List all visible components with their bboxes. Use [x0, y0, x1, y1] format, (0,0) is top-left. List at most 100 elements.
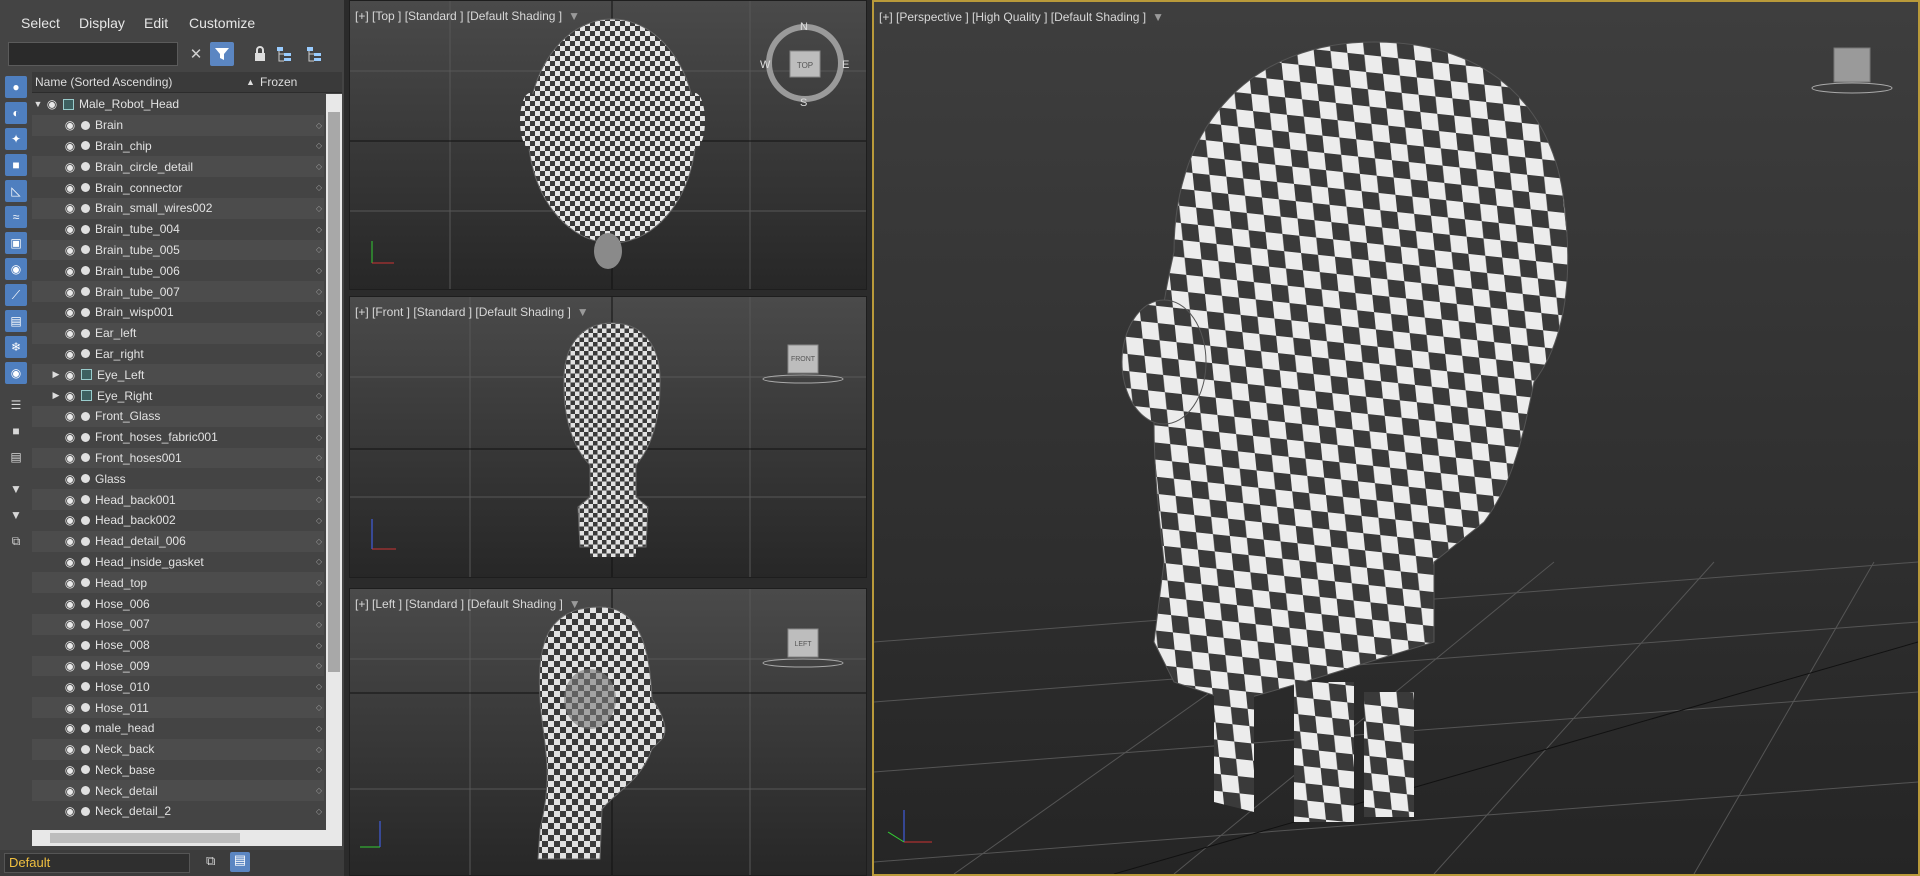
name-column-header[interactable]: Name (Sorted Ascending) — [35, 75, 172, 89]
tree-row[interactable]: ◉ Front_hoses_fabric001 ◇ — [32, 427, 324, 448]
horizontal-scrollbar[interactable] — [32, 830, 342, 846]
eye-icon[interactable]: ◉ — [62, 576, 78, 590]
helpers-filter-icon[interactable]: ◺ — [5, 180, 27, 202]
tree-row[interactable]: ◉ Brain_tube_005 ◇ — [32, 239, 324, 261]
eye-icon[interactable]: ◉ — [62, 534, 78, 548]
eye-icon[interactable]: ◉ — [62, 451, 78, 465]
tree-row[interactable]: ◉ Brain_connector ◇ — [32, 177, 324, 198]
frozen-column-header[interactable]: Frozen — [260, 75, 297, 89]
tree-row[interactable]: ◉ Glass ◇ — [32, 468, 324, 489]
frozen-toggle-icon[interactable]: ◇ — [316, 121, 322, 130]
tree-row[interactable]: ◉ Brain_tube_006 ◇ — [32, 260, 324, 281]
eye-icon[interactable]: ◉ — [44, 97, 60, 111]
frozen-toggle-icon[interactable]: ◇ — [316, 661, 322, 670]
close-icon[interactable]: ✕ — [184, 42, 208, 66]
frozen-toggle-icon[interactable]: ◇ — [316, 329, 322, 338]
tree-row[interactable]: ◉ Hose_008 ◇ — [32, 635, 324, 656]
list-icon[interactable]: ☰ — [5, 394, 27, 416]
eye-icon[interactable]: ◉ — [62, 160, 78, 174]
viewport-label[interactable]: [+] [Perspective ] [High Quality ] [Defa… — [879, 10, 1164, 24]
tree-row[interactable]: ◉ Head_back001 ◇ — [32, 489, 324, 510]
tree-row[interactable]: ◉ Head_inside_gasket ◇ — [32, 552, 324, 573]
tree-row[interactable]: ◉ Neck_base ◇ — [32, 760, 324, 781]
frozen-toggle-icon[interactable]: ◇ — [316, 495, 322, 504]
tree-row[interactable]: ◉ Brain ◇ — [32, 114, 324, 136]
frozen-toggle-icon[interactable]: ◇ — [316, 745, 322, 754]
eye-icon[interactable]: ◉ — [62, 617, 78, 631]
viewport-front[interactable]: FRONT [+] [Front ] [Standard ] [Default … — [349, 296, 867, 578]
frozen-toggle-icon[interactable]: ◇ — [316, 641, 322, 650]
filter-icon[interactable]: ▼ — [577, 305, 589, 319]
viewport-left[interactable]: LEFT [+] [Left ] [Standard ] [Default Sh… — [349, 588, 867, 876]
eye-icon[interactable]: ◉ — [62, 638, 78, 652]
eye-icon[interactable]: ◉ — [62, 472, 78, 486]
shapes-filter-icon[interactable]: ◐ — [5, 102, 27, 124]
menu-select[interactable]: Select — [21, 15, 60, 31]
frozen-toggle-icon[interactable]: ◇ — [316, 474, 322, 483]
viewport-top[interactable]: TOP [+] [Top ] [Standard ] [Default Shad… — [349, 0, 867, 290]
eye-icon[interactable]: ◉ — [62, 139, 78, 153]
viewport-perspective[interactable]: [+] [Perspective ] [High Quality ] [Defa… — [872, 0, 1920, 876]
frozen-toggle-icon[interactable]: ◇ — [316, 225, 322, 234]
filter-icon[interactable] — [210, 42, 234, 66]
spacewarps-filter-icon[interactable]: ≈ — [5, 206, 27, 228]
tree-row[interactable]: ◉ Front_hoses001 ◇ — [32, 447, 324, 469]
tree-row[interactable]: ◉ Hose_007 ◇ — [32, 613, 324, 635]
expand-icon[interactable]: ▶ — [50, 390, 62, 401]
eye-icon[interactable]: ◉ — [62, 243, 78, 257]
frozen-toggle-icon[interactable]: ◇ — [316, 308, 322, 317]
expand-icon[interactable]: ▶ — [50, 369, 62, 380]
geometry-filter-icon[interactable]: ● — [5, 76, 27, 98]
frozen-toggle-icon[interactable]: ◇ — [316, 786, 322, 795]
eye-icon[interactable]: ◉ — [62, 701, 78, 715]
eye-icon[interactable]: ◉ — [62, 804, 78, 818]
layers-icon[interactable]: ⧉ — [206, 853, 215, 869]
eye-icon[interactable]: ◉ — [62, 555, 78, 569]
tree-row[interactable]: ◉ Head_top ◇ — [32, 572, 324, 594]
layers-icon[interactable]: ⧉ — [5, 530, 27, 552]
scrollbar-thumb[interactable] — [50, 833, 240, 843]
eye-icon[interactable]: ◉ — [62, 513, 78, 527]
tree-row[interactable]: ◉ Brain_small_wires002 ◇ — [32, 197, 324, 219]
frozen-toggle-icon[interactable]: ◇ — [316, 703, 322, 712]
filter-icon[interactable]: ▼ — [568, 9, 580, 23]
tree-row[interactable]: ◉ Neck_detail ◇ — [32, 780, 324, 802]
xrefs-filter-icon[interactable]: ◉ — [5, 258, 27, 280]
eye-filter-icon[interactable]: ◉ — [5, 362, 27, 384]
particles-filter-icon[interactable]: ❄ — [5, 336, 27, 358]
frozen-toggle-icon[interactable]: ◇ — [316, 245, 322, 254]
tree-row[interactable]: ◉ Head_back002 ◇ — [32, 510, 324, 531]
menu-edit[interactable]: Edit — [144, 15, 168, 31]
tree-row[interactable]: ◉ Hose_010 ◇ — [32, 676, 324, 697]
groups-filter-icon[interactable]: ▣ — [5, 232, 27, 254]
frozen-toggle-icon[interactable]: ◇ — [316, 682, 322, 691]
viewport-label[interactable]: [+] [Front ] [Standard ] [Default Shadin… — [355, 305, 589, 319]
eye-icon[interactable]: ◉ — [62, 389, 78, 403]
filter-icon[interactable]: ▼ — [569, 597, 581, 611]
frozen-toggle-icon[interactable]: ◇ — [316, 599, 322, 608]
lights-filter-icon[interactable]: ✦ — [5, 128, 27, 150]
viewport-label[interactable]: [+] [Left ] [Standard ] [Default Shading… — [355, 597, 581, 611]
lock-icon[interactable] — [248, 42, 272, 66]
frozen-toggle-icon[interactable]: ◇ — [316, 537, 322, 546]
eye-icon[interactable]: ◉ — [62, 305, 78, 319]
tree-row[interactable]: ◉ Brain_circle_detail ◇ — [32, 156, 324, 178]
bones-filter-icon[interactable]: ⟋ — [5, 284, 27, 306]
filter-icon[interactable]: ▼ — [1152, 10, 1164, 24]
hierarchy-icon[interactable] — [272, 42, 296, 66]
eye-icon[interactable]: ◉ — [62, 201, 78, 215]
collapse-icon[interactable]: ▼ — [32, 99, 44, 109]
frozen-toggle-icon[interactable]: ◇ — [316, 516, 322, 525]
eye-icon[interactable]: ◉ — [62, 742, 78, 756]
vertical-scrollbar[interactable] — [326, 94, 342, 830]
tree-row[interactable]: ◉ Brain_tube_007 ◇ — [32, 281, 324, 302]
tree-row[interactable]: ◉ Ear_right ◇ — [32, 344, 324, 365]
eye-icon[interactable]: ◉ — [62, 763, 78, 777]
frozen-toggle-icon[interactable]: ◇ — [316, 183, 322, 192]
eye-icon[interactable]: ◉ — [62, 659, 78, 673]
eye-icon[interactable]: ◉ — [62, 368, 78, 382]
frozen-toggle-icon[interactable]: ◇ — [316, 391, 322, 400]
viewport-label[interactable]: [+] [Top ] [Standard ] [Default Shading … — [355, 9, 580, 23]
frozen-toggle-icon[interactable]: ◇ — [316, 266, 322, 275]
eye-icon[interactable]: ◉ — [62, 326, 78, 340]
